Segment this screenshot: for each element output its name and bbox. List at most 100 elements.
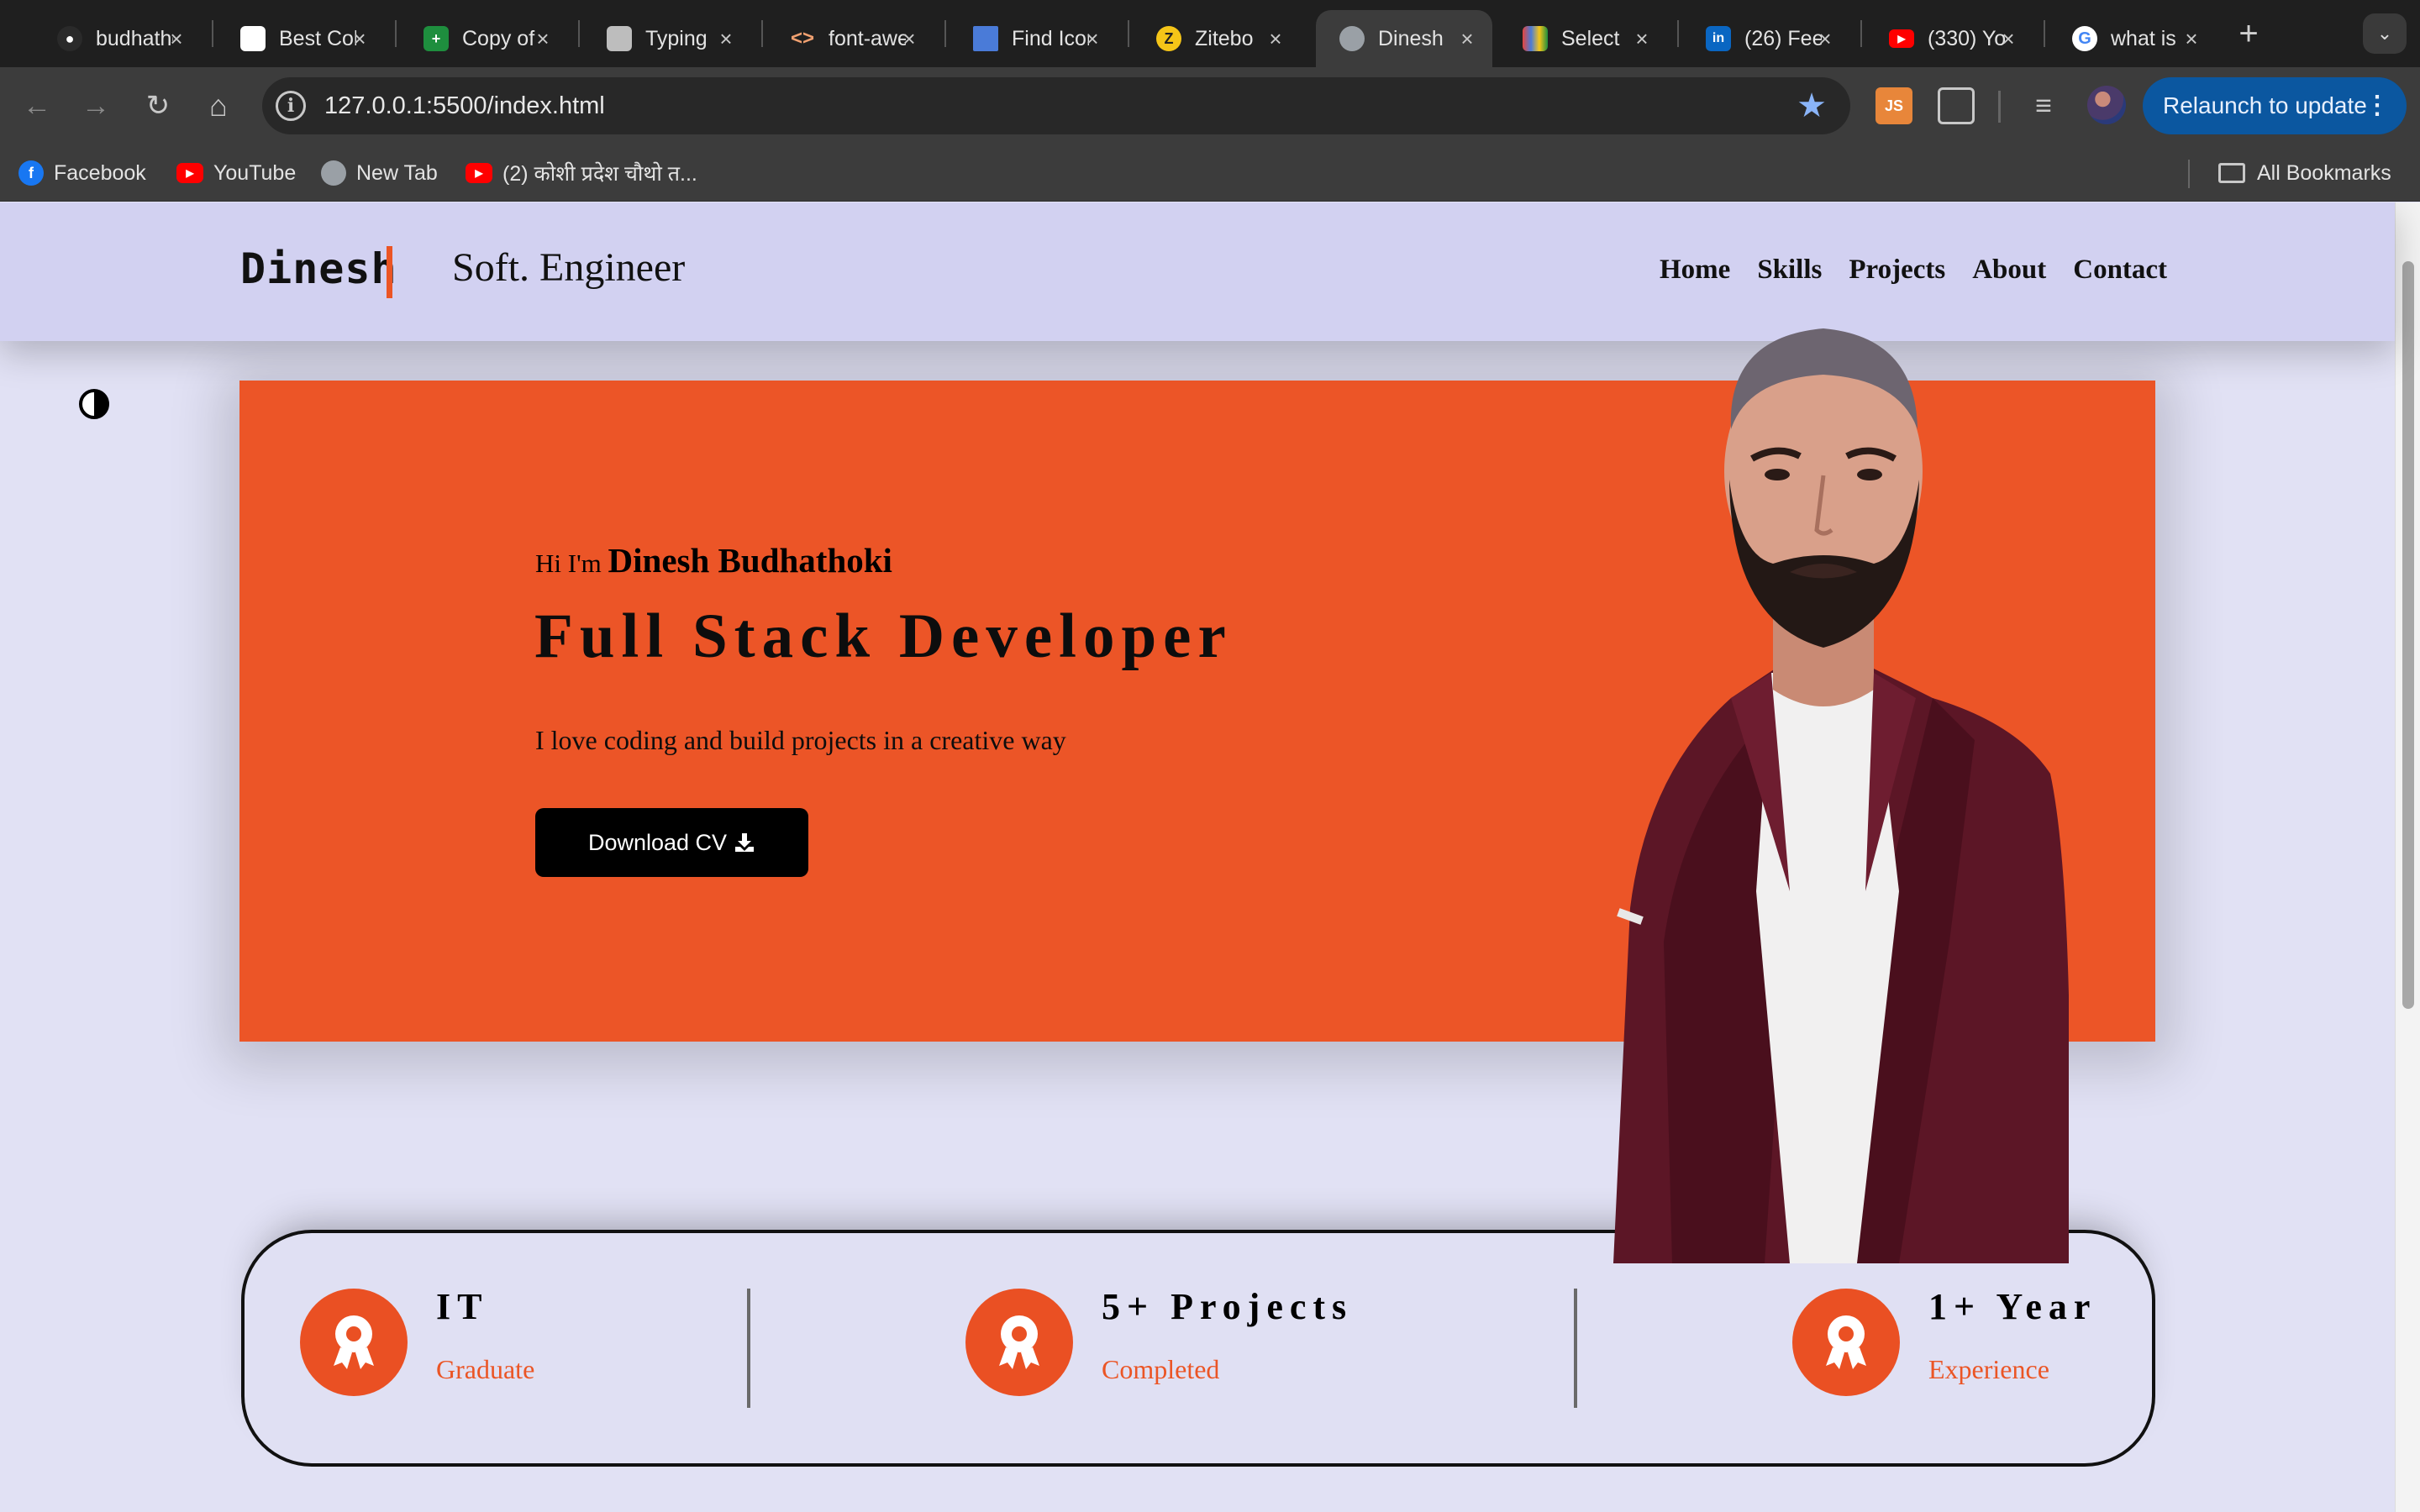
download-icon <box>735 833 755 852</box>
close-icon[interactable]: × <box>2180 27 2203 50</box>
bookmark-label: New Tab <box>356 160 438 185</box>
browser-toolbar: ← → ↻ ⌂ i 127.0.0.1:5500/index.html ★ JS… <box>0 67 2420 144</box>
forward-button[interactable]: → <box>76 86 116 126</box>
facebook-icon: f <box>18 160 44 186</box>
close-icon[interactable]: × <box>1081 27 1104 50</box>
flag-icon <box>973 26 998 51</box>
folder-icon <box>2218 163 2245 183</box>
tab-6[interactable]: Z Zitebo × <box>1133 10 1301 67</box>
bookmarks-separator <box>2188 160 2190 188</box>
tab-separator <box>1128 20 1129 47</box>
nav-skills[interactable]: Skills <box>1757 255 1822 286</box>
tab-9[interactable]: in (26) Feed × <box>1682 10 1850 67</box>
profile-avatar[interactable] <box>2087 86 2126 124</box>
site-logo[interactable]: Dinesh <box>240 244 397 293</box>
tab-1[interactable]: Best Colors × <box>217 10 385 67</box>
tab-title: Best Colors <box>279 26 356 50</box>
bookmarks-bar: f Facebook ▶ YouTube New Tab ▶ (2) कोशी … <box>0 144 2420 202</box>
bookmark-new-tab[interactable]: New Tab <box>321 156 438 190</box>
site-tagline: Soft. Engineer <box>452 245 686 290</box>
tab-separator <box>395 20 397 47</box>
stat-subtitle: Experience <box>1928 1354 2049 1384</box>
youtube-icon: ▶ <box>466 163 492 183</box>
all-bookmarks-label: All Bookmarks <box>2257 160 2391 185</box>
tab-5[interactable]: Find Icons × <box>950 10 1118 67</box>
tab-separator <box>1677 20 1679 47</box>
tab-11[interactable]: G what is × <box>2049 10 2217 67</box>
stat-title: IT <box>436 1286 489 1327</box>
page-scrollbar[interactable] <box>2395 202 2420 1512</box>
url-text[interactable]: 127.0.0.1:5500/index.html <box>324 91 605 121</box>
extensions-puzzle-icon[interactable] <box>1938 87 1975 124</box>
tab-2[interactable]: + Copy of × <box>400 10 568 67</box>
close-icon[interactable]: × <box>1996 27 2020 50</box>
main-nav: Home Skills Projects About Contact <box>1660 255 2167 286</box>
theme-toggle-icon[interactable] <box>79 389 109 419</box>
kebab-menu-icon[interactable]: ⋮ <box>2365 77 2390 134</box>
award-icon <box>965 1289 1073 1396</box>
tab-separator <box>2044 20 2045 47</box>
stat-title: 1+ Year <box>1928 1286 2097 1327</box>
tab-title: Copy of <box>462 26 535 50</box>
back-button[interactable]: ← <box>17 86 57 126</box>
nav-about[interactable]: About <box>1972 255 2046 286</box>
js-extension-icon[interactable]: JS <box>1876 87 1912 124</box>
tab-separator <box>944 20 946 47</box>
nav-contact[interactable]: Contact <box>2073 255 2167 286</box>
github-icon: ● <box>57 26 82 51</box>
tab-title: Zitebo <box>1195 26 1254 50</box>
home-button[interactable]: ⌂ <box>198 86 239 126</box>
page-viewport: Dinesh Soft. Engineer Home Skills Projec… <box>0 202 2420 1512</box>
new-tab-button[interactable]: + <box>2232 13 2265 54</box>
close-icon[interactable]: × <box>1813 27 1837 50</box>
bookmark-koshi-video[interactable]: ▶ (2) कोशी प्रदेश चौथो त... <box>466 156 697 190</box>
bookmark-youtube[interactable]: ▶ YouTube <box>176 156 296 190</box>
google-icon: G <box>2072 26 2097 51</box>
close-icon[interactable]: × <box>1264 27 1287 50</box>
stat-title: 5+ Projects <box>1102 1286 1354 1327</box>
greeting-text: Hi I'm <box>535 549 602 578</box>
tab-title: what is <box>2111 26 2176 50</box>
tab-separator <box>212 20 213 47</box>
nav-home[interactable]: Home <box>1660 255 1730 286</box>
site-info-icon[interactable]: i <box>276 91 306 121</box>
reading-list-icon[interactable]: ≡ <box>2025 87 2062 124</box>
tab-separator <box>1860 20 1862 47</box>
hero-role: Full Stack Developer <box>534 601 1233 671</box>
tab-7-active[interactable]: Dinesh × <box>1316 10 1492 67</box>
tab-3[interactable]: Typing × <box>583 10 751 67</box>
relaunch-button[interactable]: Relaunch to update ⋮ <box>2143 77 2407 134</box>
address-bar[interactable]: i 127.0.0.1:5500/index.html ★ <box>262 77 1850 134</box>
tab-title: Find Icons <box>1012 26 1089 50</box>
tab-8[interactable]: Select × <box>1499 10 1667 67</box>
tab-10[interactable]: ▶ (330) YouTube × <box>1865 10 2033 67</box>
close-icon[interactable]: × <box>714 27 738 50</box>
tab-separator <box>761 20 763 47</box>
hero-greeting: Hi I'm Dinesh Budhathoki <box>535 540 892 580</box>
bookmark-facebook[interactable]: f Facebook <box>18 156 146 190</box>
download-cv-button[interactable]: Download CV <box>535 808 808 877</box>
tab-4[interactable]: <> font-awesome × <box>766 10 934 67</box>
close-icon[interactable]: × <box>531 27 555 50</box>
youtube-icon: ▶ <box>1889 29 1914 48</box>
close-icon[interactable]: × <box>1630 27 1654 50</box>
page-icon <box>240 26 266 51</box>
scrollbar-thumb[interactable] <box>2402 261 2414 1009</box>
tab-title: budhathoki <box>96 26 173 50</box>
stat-divider <box>1574 1289 1577 1408</box>
close-icon[interactable]: × <box>165 27 188 50</box>
bookmark-star-icon[interactable]: ★ <box>1797 86 1827 126</box>
close-icon[interactable]: × <box>897 27 921 50</box>
all-bookmarks-button[interactable]: All Bookmarks <box>2218 156 2391 190</box>
reload-button[interactable]: ↻ <box>138 86 178 126</box>
stat-subtitle: Graduate <box>436 1354 535 1384</box>
stat-subtitle: Completed <box>1102 1354 1220 1384</box>
nav-projects[interactable]: Projects <box>1849 255 1945 286</box>
close-icon[interactable]: × <box>348 27 371 50</box>
tab-title: Dinesh <box>1378 26 1444 50</box>
tab-search-button[interactable]: ⌄ <box>2363 13 2407 54</box>
close-icon[interactable]: × <box>1455 27 1479 50</box>
youtube-icon: ▶ <box>176 163 203 183</box>
tab-title: Select <box>1561 26 1620 50</box>
tab-0[interactable]: ● budhathoki × <box>34 10 202 67</box>
